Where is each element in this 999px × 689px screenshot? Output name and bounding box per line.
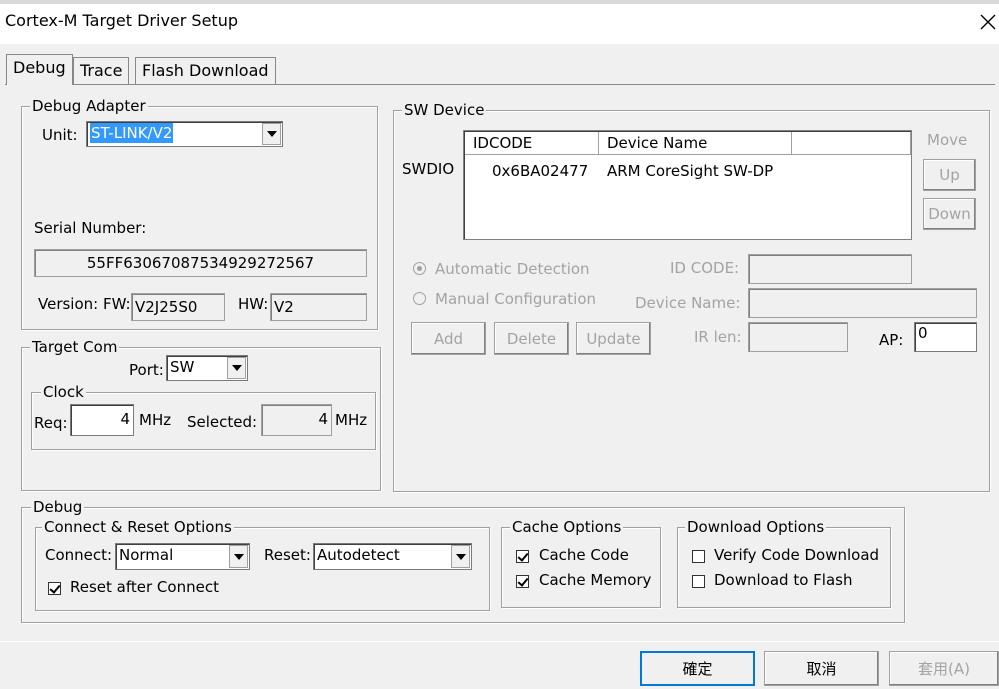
target-com-legend: Target Com bbox=[30, 338, 120, 356]
sw-device-legend: SW Device bbox=[402, 101, 487, 119]
apply-button[interactable]: 套用(A) bbox=[889, 651, 999, 686]
column-header-device-name[interactable]: Device Name bbox=[599, 132, 792, 155]
swdio-label: SWDIO bbox=[402, 160, 455, 178]
download-options-group bbox=[677, 527, 891, 608]
move-label: Move bbox=[927, 131, 968, 149]
tab-trace[interactable]: Trace bbox=[73, 57, 130, 84]
hw-label: HW: bbox=[238, 295, 269, 313]
chevron-down-icon[interactable] bbox=[227, 357, 246, 379]
selected-unit-label: MHz bbox=[335, 411, 368, 429]
close-icon[interactable] bbox=[978, 9, 999, 33]
move-down-button[interactable]: Down bbox=[923, 198, 976, 230]
unit-label: Unit: bbox=[42, 126, 78, 144]
tab-debug[interactable]: Debug bbox=[6, 54, 73, 85]
chevron-down-icon[interactable] bbox=[229, 545, 248, 568]
column-header-idcode[interactable]: IDCODE bbox=[465, 132, 599, 155]
table-row[interactable]: 0x6BA02477 ARM CoreSight SW-DP bbox=[464, 159, 911, 181]
tab-trace-label: Trace bbox=[80, 61, 123, 80]
debug-options-legend: Debug bbox=[31, 498, 85, 516]
sw-device-table[interactable]: IDCODE Device Name 0x6BA02477 ARM CoreSi… bbox=[463, 130, 912, 240]
ok-button[interactable]: 確定 bbox=[640, 651, 755, 686]
req-label: Req: bbox=[34, 414, 68, 432]
ap-field[interactable]: 0 bbox=[914, 322, 977, 352]
manual-configuration-radio[interactable] bbox=[413, 292, 426, 305]
version-fw-label: Version: FW: bbox=[38, 295, 131, 313]
cache-options-legend: Cache Options bbox=[510, 518, 624, 536]
clock-legend: Clock bbox=[41, 383, 86, 401]
ir-len-field[interactable] bbox=[748, 322, 848, 352]
idcode-label: ID CODE: bbox=[670, 259, 740, 277]
tab-flash-download[interactable]: Flash Download bbox=[135, 57, 276, 84]
download-options-legend: Download Options bbox=[685, 518, 827, 536]
cache-code-checkbox[interactable] bbox=[516, 550, 529, 563]
cache-memory-checkbox[interactable] bbox=[516, 575, 529, 588]
debug-adapter-legend: Debug Adapter bbox=[30, 97, 148, 115]
fw-version-field: V2J25S0 bbox=[131, 293, 225, 321]
row-device-name: ARM CoreSight SW-DP bbox=[607, 162, 774, 180]
device-name-field[interactable] bbox=[748, 288, 977, 318]
connect-reset-legend: Connect & Reset Options bbox=[42, 518, 234, 536]
download-to-flash-label: Download to Flash bbox=[714, 571, 853, 589]
req-unit-label: MHz bbox=[139, 411, 172, 429]
verify-code-download-checkbox[interactable] bbox=[692, 550, 705, 563]
serial-number-field: 55FF63067087534929272567 bbox=[34, 249, 367, 277]
serial-number-label: Serial Number: bbox=[34, 219, 147, 237]
add-button[interactable]: Add bbox=[411, 322, 486, 355]
automatic-detection-radio[interactable] bbox=[413, 262, 426, 275]
connect-select[interactable]: Normal bbox=[115, 543, 250, 570]
window-title: Cortex-M Target Driver Setup bbox=[5, 11, 238, 30]
unit-value: ST-LINK/V2 bbox=[90, 123, 174, 143]
ir-len-label: IR len: bbox=[694, 328, 742, 346]
ap-label: AP: bbox=[879, 331, 904, 349]
column-header-empty bbox=[792, 132, 911, 155]
selected-label: Selected: bbox=[187, 413, 258, 431]
verify-code-download-label: Verify Code Download bbox=[714, 546, 880, 564]
connect-label: Connect: bbox=[45, 546, 113, 564]
move-up-button[interactable]: Up bbox=[923, 159, 976, 191]
update-button[interactable]: Update bbox=[576, 322, 651, 355]
cache-options-group bbox=[501, 527, 661, 608]
delete-button[interactable]: Delete bbox=[494, 322, 569, 355]
chevron-down-icon[interactable] bbox=[262, 123, 281, 145]
idcode-field[interactable] bbox=[748, 254, 912, 284]
unit-select[interactable]: ST-LINK/V2 bbox=[86, 121, 283, 147]
reset-after-connect-checkbox[interactable] bbox=[48, 582, 61, 595]
req-clock-field[interactable]: 4 bbox=[70, 404, 134, 436]
chevron-down-icon[interactable] bbox=[451, 545, 470, 568]
manual-configuration-label: Manual Configuration bbox=[435, 290, 597, 308]
download-to-flash-checkbox[interactable] bbox=[692, 575, 705, 588]
selected-clock-field: 4 bbox=[261, 404, 332, 436]
device-name-label: Device Name: bbox=[635, 294, 741, 312]
reset-label: Reset: bbox=[264, 546, 311, 564]
tab-debug-label: Debug bbox=[13, 58, 66, 77]
row-idcode: 0x6BA02477 bbox=[492, 162, 589, 180]
tab-flash-download-label: Flash Download bbox=[142, 61, 269, 80]
hw-version-field: V2 bbox=[270, 293, 367, 321]
port-value: SW bbox=[170, 358, 195, 376]
cache-code-label: Cache Code bbox=[539, 546, 629, 564]
connect-value: Normal bbox=[119, 546, 174, 564]
automatic-detection-label: Automatic Detection bbox=[435, 260, 590, 278]
reset-after-connect-label: Reset after Connect bbox=[70, 578, 219, 596]
port-select[interactable]: SW bbox=[166, 355, 248, 381]
cache-memory-label: Cache Memory bbox=[539, 571, 652, 589]
reset-value: Autodetect bbox=[317, 546, 400, 564]
taskbar-strip bbox=[0, 0, 999, 4]
cancel-button[interactable]: 取消 bbox=[764, 651, 879, 686]
reset-select[interactable]: Autodetect bbox=[313, 543, 472, 570]
port-label: Port: bbox=[129, 361, 164, 379]
